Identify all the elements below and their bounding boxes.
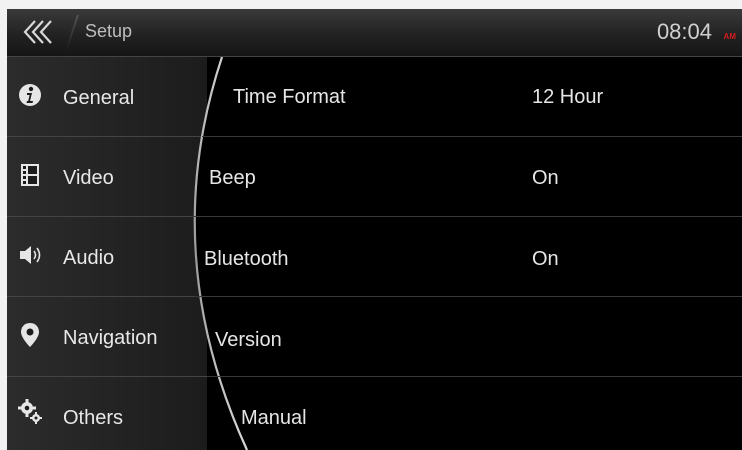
setting-value: On (532, 167, 559, 189)
setting-row-manual[interactable]: Manual (232, 377, 742, 450)
setting-label: Manual (241, 407, 307, 429)
setting-label: Version (215, 329, 282, 351)
setting-value: 12 Hour (532, 86, 604, 108)
clock-time: 08:04 (656, 19, 712, 44)
setting-row-version[interactable]: Version (207, 297, 742, 376)
setting-label: Beep (209, 167, 256, 189)
triple-chevron-left-icon (23, 20, 52, 44)
setting-label: Bluetooth (204, 248, 289, 270)
setting-value: On (532, 248, 559, 270)
setting-row-bluetooth[interactable]: Bluetooth On (197, 217, 742, 296)
header-bar: Setup 08:04 AM (7, 9, 742, 57)
setup-screen: Setup 08:04 AM General Video Audio Navig… (7, 9, 742, 450)
page-title: Setup (85, 21, 133, 41)
setting-row-beep[interactable]: Beep On (202, 137, 742, 216)
setting-row-time-format[interactable]: Time Format 12 Hour (217, 57, 742, 136)
sidebar: General Video Audio Navigation Others Ti… (7, 57, 742, 450)
clock-ampm: AM (723, 32, 736, 41)
back-button[interactable] (7, 9, 69, 56)
settings-list: Time Format 12 Hour Beep On Bluetooth On… (7, 57, 742, 450)
setting-label: Time Format (233, 86, 346, 108)
